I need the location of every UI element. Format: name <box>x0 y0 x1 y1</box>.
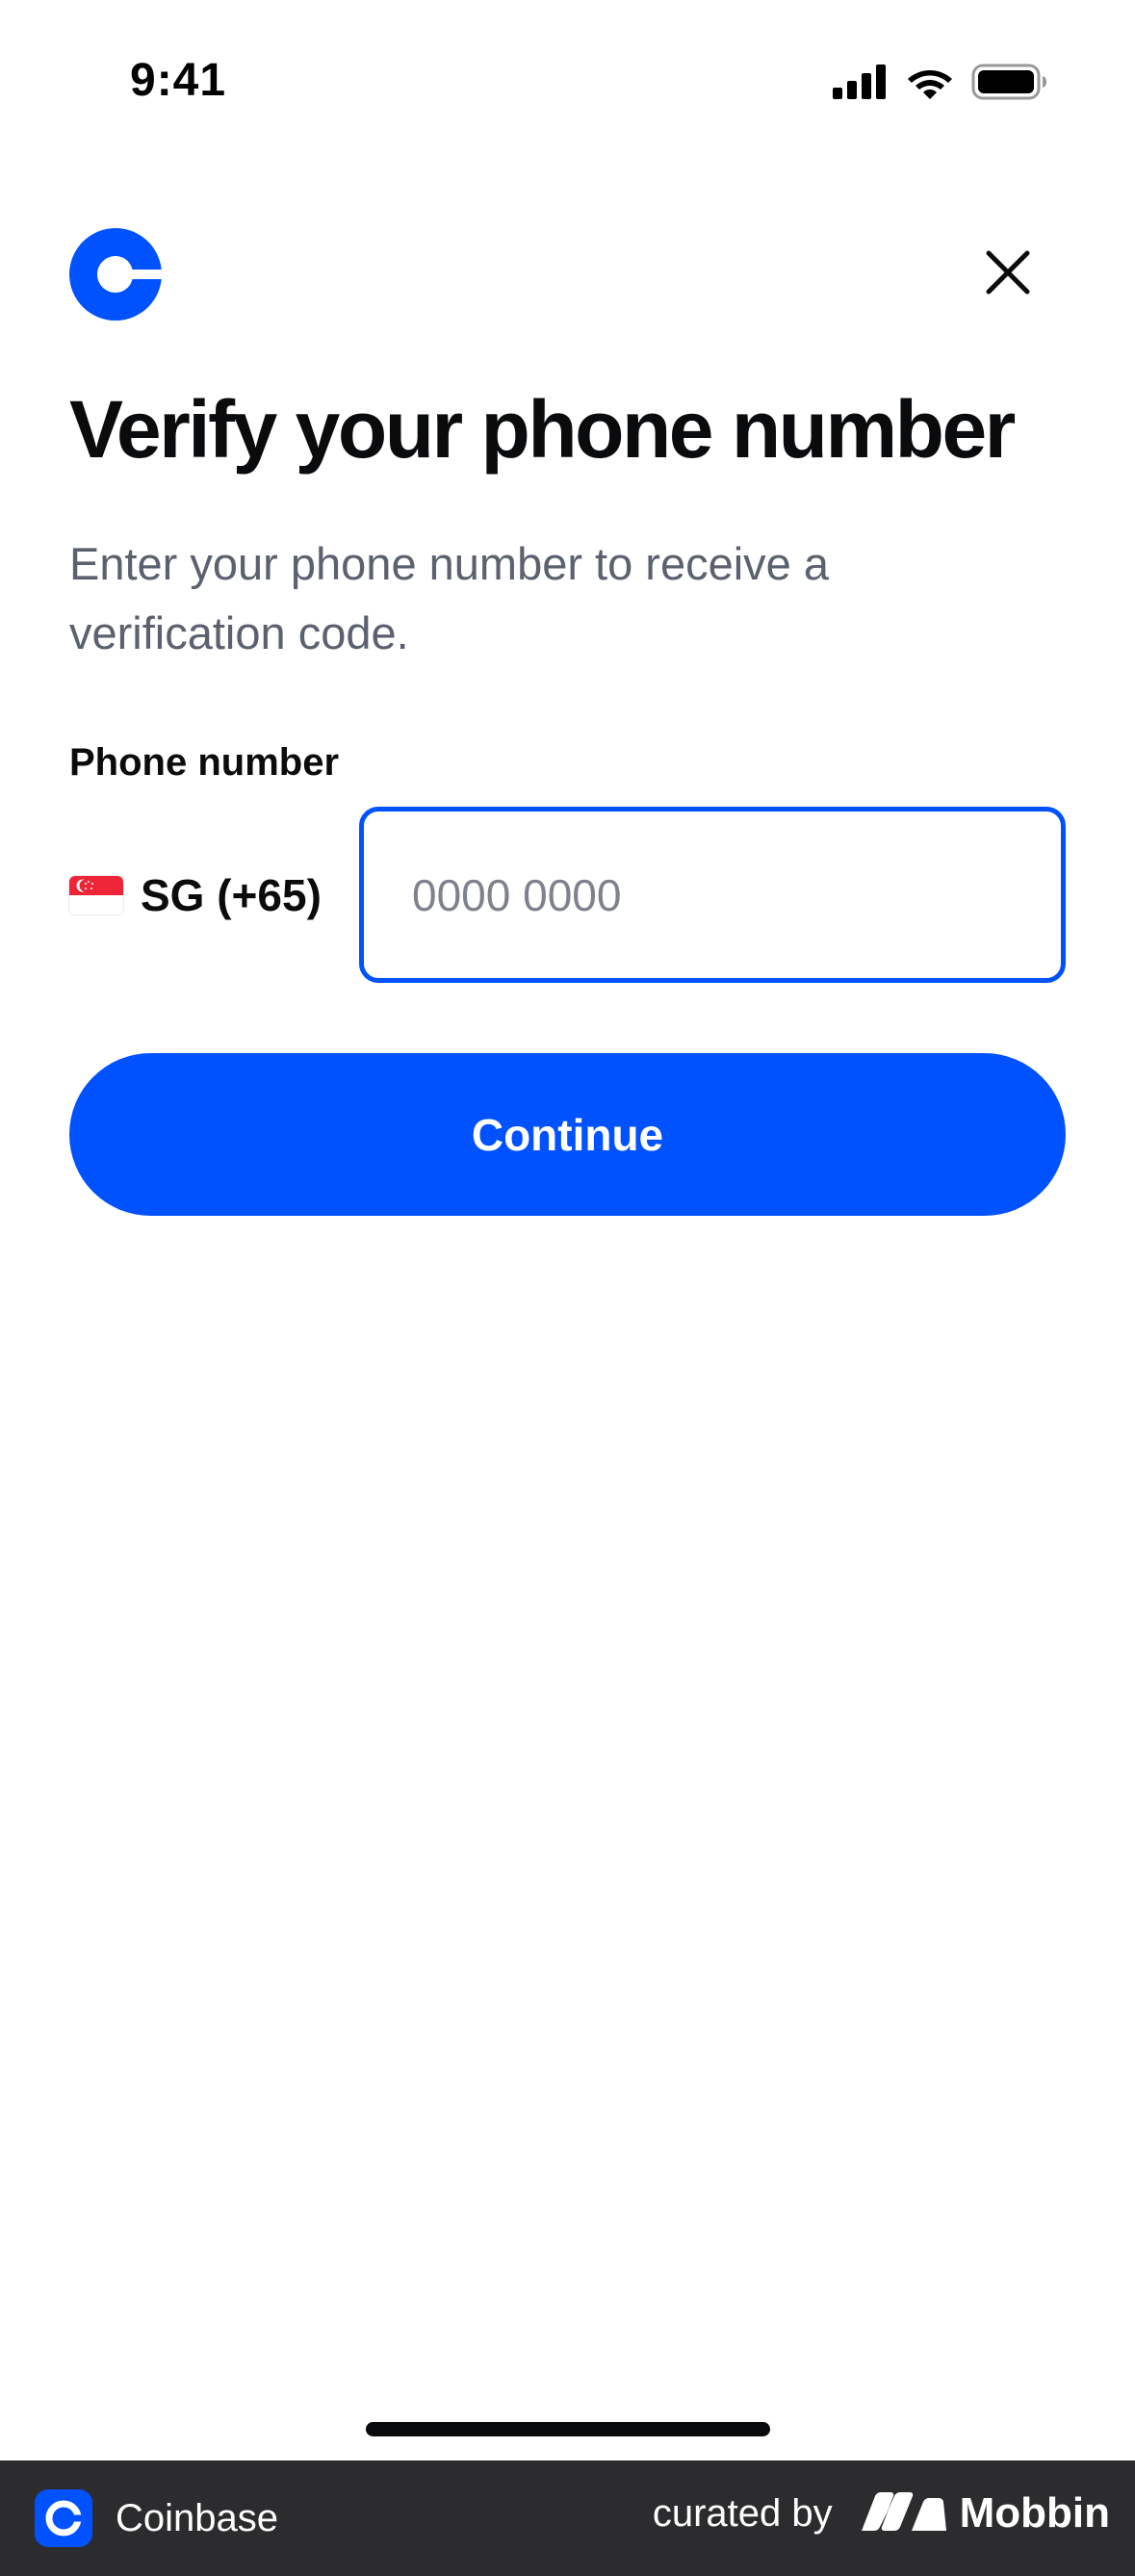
wifi-icon <box>906 64 954 104</box>
mobbin-logo-icon <box>861 2491 946 2536</box>
page-subtitle: Enter your phone number to receive a ver… <box>69 538 830 658</box>
status-icons <box>833 64 1048 105</box>
curated-by-text: curated by <box>652 2491 833 2535</box>
close-icon <box>986 250 1030 299</box>
coinbase-logo-icon <box>69 228 162 321</box>
status-time: 9:41 <box>130 55 227 106</box>
curator-branding: curated by Mobbin <box>653 2489 1110 2537</box>
country-code-selector[interactable]: SG (+65) <box>69 862 322 929</box>
phone-input-container <box>359 807 1066 983</box>
cellular-signal-icon <box>833 64 889 104</box>
app-branding: Coinbase <box>35 2489 278 2547</box>
app-name: Coinbase <box>116 2496 279 2539</box>
verify-phone-screen: 9:41 Verify your phone number Enter your… <box>0 0 1135 2576</box>
phone-number-label: Phone number <box>69 741 340 784</box>
battery-icon <box>971 64 1048 105</box>
status-bar: 9:41 <box>0 0 1135 173</box>
close-button[interactable] <box>974 241 1042 308</box>
country-code-text: SG (+65) <box>141 870 322 920</box>
branding-bar: Coinbase curated by Mobbin <box>0 2460 1135 2576</box>
phone-number-input[interactable] <box>364 811 1061 978</box>
mobbin-name: Mobbin <box>959 2489 1110 2537</box>
home-indicator <box>366 2422 770 2436</box>
coinbase-app-icon <box>35 2489 92 2547</box>
singapore-flag-icon <box>69 876 123 914</box>
mobbin-logo: Mobbin <box>861 2489 1110 2537</box>
continue-button[interactable]: Continue <box>69 1053 1066 1216</box>
page-title: Verify your phone number <box>69 384 1016 475</box>
